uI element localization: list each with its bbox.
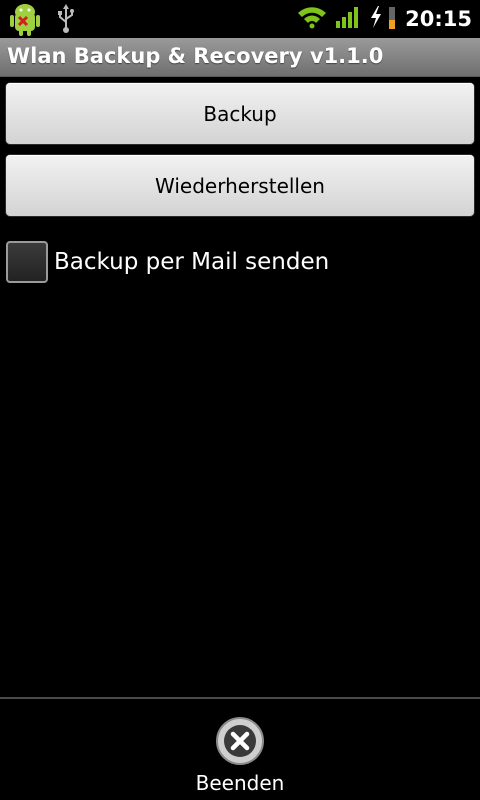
footer-divider	[0, 697, 480, 699]
restore-button[interactable]: Wiederherstellen	[6, 155, 474, 216]
signal-icon	[335, 5, 361, 33]
send-mail-checkbox[interactable]	[6, 241, 48, 283]
android-debug-icon	[8, 1, 42, 41]
close-icon	[215, 716, 265, 766]
charging-icon	[369, 5, 383, 33]
app-title: Wlan Backup & Recovery v1.1.0	[7, 44, 384, 68]
send-mail-label: Backup per Mail senden	[54, 249, 330, 275]
restore-button-label: Wiederherstellen	[155, 173, 325, 198]
backup-button[interactable]: Backup	[6, 83, 474, 144]
status-bar: 20:15	[0, 0, 480, 38]
status-indicators: 20:15	[297, 0, 472, 38]
backup-button-label: Backup	[203, 101, 277, 126]
clock: 20:15	[405, 7, 472, 31]
usb-icon	[56, 4, 76, 38]
exit-label: Beenden	[195, 771, 285, 795]
wifi-icon	[297, 5, 327, 33]
title-bar: Wlan Backup & Recovery v1.1.0	[0, 38, 480, 77]
send-mail-option[interactable]: Backup per Mail senden	[6, 238, 329, 286]
exit-button[interactable]: Beenden	[160, 700, 320, 800]
battery-icon	[387, 5, 397, 33]
app-screen: 20:15 Wlan Backup & Recovery v1.1.0 Back…	[0, 0, 480, 800]
